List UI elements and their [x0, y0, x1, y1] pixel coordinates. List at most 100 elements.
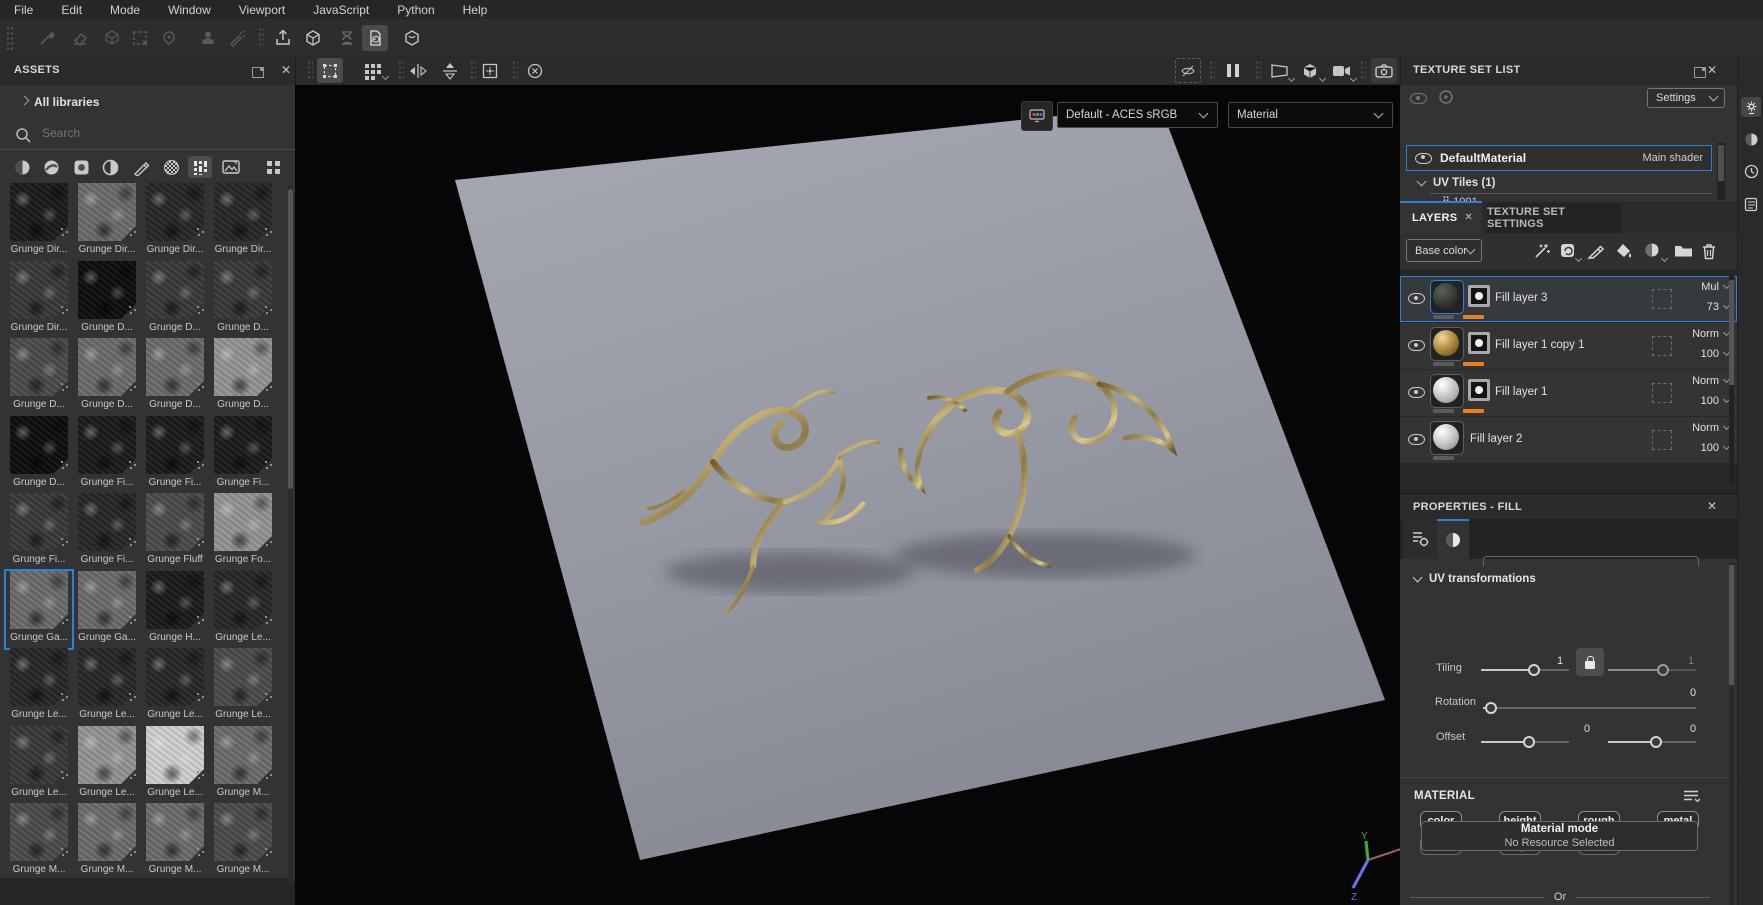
- clone-tool-icon[interactable]: [195, 25, 221, 51]
- asset-item[interactable]: Grunge Dir...: [74, 183, 140, 261]
- projection-tool-icon[interactable]: [99, 25, 125, 51]
- asset-thumbnail[interactable]: [214, 803, 272, 861]
- library-name[interactable]: All libraries: [34, 95, 99, 109]
- asset-thumbnail[interactable]: [146, 338, 204, 396]
- asset-item[interactable]: Grunge D...: [74, 338, 140, 416]
- asset-thumbnail[interactable]: [146, 725, 204, 784]
- asset-item[interactable]: Grunge Fluff: [142, 493, 208, 571]
- filter-materials-icon[interactable]: [10, 156, 34, 178]
- asset-item[interactable]: Grunge Fi...: [74, 493, 140, 571]
- layer-mask-thumbnail[interactable]: [1468, 285, 1490, 307]
- shader-settings-icon[interactable]: [1741, 129, 1761, 149]
- filter-procedurals-icon[interactable]: [188, 156, 212, 178]
- log-icon[interactable]: [1741, 194, 1761, 214]
- asset-thumbnail[interactable]: [214, 493, 272, 551]
- shader-icon[interactable]: [399, 25, 425, 51]
- tab-layers[interactable]: LAYERS ✕: [1400, 201, 1482, 233]
- layer-row[interactable]: Fill layer 3 Mul 73: [1400, 276, 1737, 322]
- asset-item[interactable]: Grunge M...: [74, 803, 140, 881]
- asset-thumbnail[interactable]: [78, 803, 136, 861]
- asset-item[interactable]: Grunge Dir...: [142, 183, 208, 261]
- asset-thumbnail[interactable]: [214, 183, 272, 241]
- menu-item-mode[interactable]: Mode: [96, 3, 154, 17]
- assets-restore-icon[interactable]: [252, 67, 264, 78]
- layer-thumbnail[interactable]: [1430, 374, 1464, 408]
- asset-thumbnail[interactable]: [78, 493, 136, 551]
- asset-item[interactable]: Grunge M...: [6, 803, 72, 881]
- asset-thumbnail[interactable]: [10, 415, 68, 474]
- asset-item[interactable]: Grunge Dir...: [6, 183, 72, 261]
- tiling-x-slider[interactable]: [1481, 664, 1569, 676]
- properties-scrollbar[interactable]: [1729, 563, 1734, 905]
- add-paint-layer-icon[interactable]: [1584, 240, 1608, 262]
- asset-item[interactable]: Grunge Le...: [210, 648, 276, 726]
- tab-material-icon[interactable]: [1437, 519, 1469, 559]
- search-bar[interactable]: [0, 123, 295, 150]
- geometry-mode-icon[interactable]: [1297, 58, 1327, 83]
- asset-thumbnail[interactable]: [78, 648, 136, 706]
- shading-mode-dropdown[interactable]: Material: [1228, 102, 1393, 128]
- layer-row[interactable]: Fill layer 1 Norm 100: [1400, 370, 1737, 416]
- filter-smart-materials-icon[interactable]: [39, 156, 63, 178]
- asset-thumbnail[interactable]: [10, 648, 68, 706]
- layer-blend-mode[interactable]: Norm: [1692, 328, 1731, 340]
- search-input[interactable]: [40, 125, 264, 141]
- asset-item[interactable]: Grunge D...: [74, 260, 140, 339]
- screenshot-icon[interactable]: [1371, 58, 1397, 83]
- asset-thumbnail[interactable]: [214, 260, 272, 319]
- texture-set-close-icon[interactable]: ✕: [1707, 64, 1717, 76]
- asset-item[interactable]: Grunge Fi...: [74, 415, 140, 494]
- layer-reference-slot[interactable]: [1652, 336, 1672, 356]
- layer-opacity[interactable]: 100: [1701, 442, 1731, 454]
- texture-set-shader[interactable]: Main shader: [1642, 152, 1703, 164]
- asset-thumbnail[interactable]: [78, 415, 136, 474]
- asset-thumbnail[interactable]: [78, 338, 136, 396]
- texture-set-eye-icon[interactable]: [1415, 152, 1432, 164]
- toolbar-drag-handle[interactable]: [6, 26, 14, 50]
- viewport-3d[interactable]: Default - ACES sRGB Material X Y Z: [295, 85, 1400, 905]
- layer-visibility-icon[interactable]: [1408, 340, 1425, 351]
- eraser-tool-icon[interactable]: [67, 25, 93, 51]
- asset-item[interactable]: Grunge Dir...: [6, 260, 72, 339]
- layer-blend-mode[interactable]: Mul: [1701, 281, 1731, 293]
- asset-item[interactable]: Grunge Ga...: [4, 568, 74, 650]
- asset-item[interactable]: Grunge Le...: [210, 570, 276, 649]
- axis-gizmo[interactable]: X Y Z: [1335, 830, 1400, 902]
- asset-thumbnail[interactable]: [10, 725, 68, 784]
- asset-item[interactable]: Grunge Ga...: [74, 570, 140, 649]
- tiling-lock-button[interactable]: [1576, 648, 1604, 676]
- asset-item[interactable]: Grunge Le...: [6, 648, 72, 726]
- asset-item[interactable]: Grunge D...: [210, 260, 276, 339]
- menu-item-file[interactable]: File: [0, 3, 47, 17]
- uv-tile-filter-icon[interactable]: [1438, 89, 1454, 105]
- settings-dropdown[interactable]: Settings: [1647, 88, 1725, 108]
- rotation-value[interactable]: 0: [1690, 687, 1696, 699]
- camera-mode-icon[interactable]: [1328, 58, 1358, 83]
- tiling-y-value[interactable]: 1: [1688, 655, 1694, 667]
- pause-engine-icon[interactable]: [1220, 58, 1246, 83]
- export-icon[interactable]: [270, 25, 296, 51]
- filter-textures-icon[interactable]: [219, 156, 243, 178]
- offset-x-slider[interactable]: [1481, 736, 1569, 748]
- library-expand-icon[interactable]: [16, 95, 30, 108]
- layer-opacity[interactable]: 100: [1701, 395, 1731, 407]
- material-mode-button[interactable]: Material mode No Resource Selected: [1421, 821, 1698, 851]
- layer-blend-mode[interactable]: Norm: [1692, 422, 1731, 434]
- layer-row[interactable]: Fill layer 1 copy 1 Norm 100: [1400, 323, 1737, 369]
- asset-thumbnail[interactable]: [146, 260, 204, 319]
- display-settings-icon[interactable]: [1741, 97, 1761, 117]
- filter-smart-masks-icon[interactable]: [69, 156, 93, 178]
- layer-visibility-icon[interactable]: [1408, 293, 1425, 304]
- texture-set-visibility-icon[interactable]: [1410, 91, 1427, 109]
- asset-thumbnail[interactable]: [78, 725, 136, 784]
- layer-mask-thumbnail[interactable]: [1468, 379, 1490, 401]
- bake-icon[interactable]: [300, 25, 326, 51]
- tiling-y-slider[interactable]: [1608, 664, 1696, 676]
- asset-item[interactable]: Grunge D...: [210, 338, 276, 416]
- uv-transformations-section[interactable]: UV transformations: [1412, 572, 1536, 585]
- frame-center-icon[interactable]: [477, 58, 503, 83]
- tab-properties-icon[interactable]: [1403, 519, 1437, 559]
- offset-y-value[interactable]: 0: [1690, 723, 1696, 735]
- layers-scrollbar[interactable]: [1729, 275, 1734, 485]
- asset-item[interactable]: Grunge D...: [142, 338, 208, 416]
